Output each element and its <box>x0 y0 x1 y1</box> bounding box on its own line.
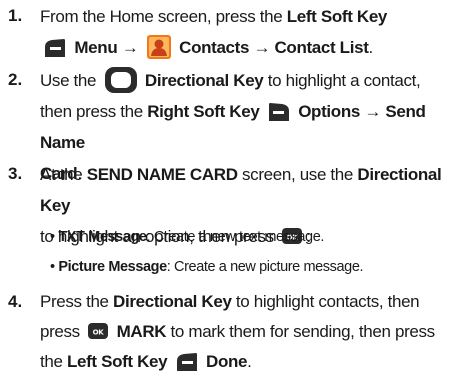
bullet: • <box>50 259 55 275</box>
bullet: • <box>50 229 55 245</box>
ok-key-icon <box>87 322 109 340</box>
contacts-app-icon <box>146 34 172 60</box>
step-number: 1. <box>8 6 23 25</box>
right-soft-key-icon <box>267 102 291 122</box>
directional-key-icon <box>104 66 138 94</box>
step-number: 4. <box>8 292 23 311</box>
list-item: • TXT Message: Create a new text message… <box>50 229 325 245</box>
bullet-list: • TXT Message: Create a new text message… <box>50 222 471 282</box>
step-number: 2. <box>8 70 23 89</box>
step-number: 3. <box>8 164 23 183</box>
step-text: Press the Directional Key to highlight c… <box>40 292 435 372</box>
list-item: • Picture Message: Create a new picture … <box>50 259 364 275</box>
left-soft-key-icon <box>43 38 67 58</box>
left-soft-key-icon <box>175 352 199 372</box>
step-text: From the Home screen, press the Left Sof… <box>40 1 471 63</box>
